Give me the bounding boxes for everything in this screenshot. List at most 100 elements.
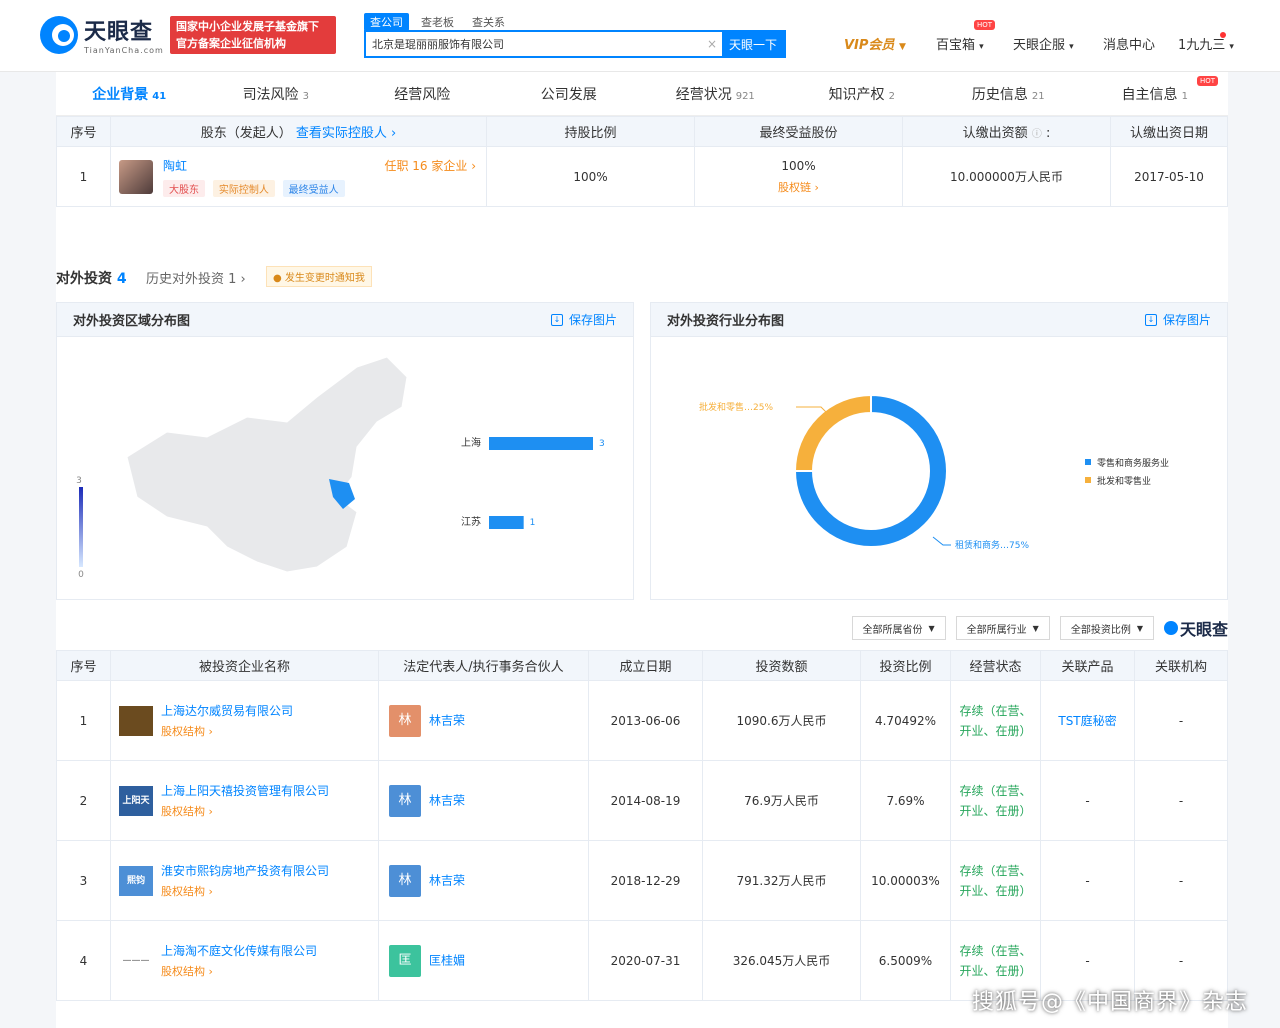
amount-cell: 1090.6万人民币 — [702, 680, 861, 761]
ratio-cell: 7.69% — [860, 760, 951, 841]
legend-item[interactable]: 批发和零售业 — [1097, 475, 1151, 487]
table-header-row: 序号 股东（发起人） 查看实际控股人 › 持股比例 最终受益股份 认缴出资额 ⓘ… — [56, 116, 1228, 147]
company-logo[interactable]: ——— — [119, 945, 153, 976]
legal-rep-link[interactable]: 林吉荣 — [429, 873, 465, 887]
tag-actual-controller: 实际控制人 — [212, 179, 275, 197]
company-name-link[interactable]: 淮安市熙钧房地产投资有限公司 — [161, 864, 329, 878]
industry-filter[interactable]: 全部所属行业 ▼ — [955, 616, 1050, 640]
history-investment-link[interactable]: 历史对外投资 1 › — [146, 268, 246, 287]
tab-business-status[interactable]: 经营状况 921 — [642, 84, 789, 104]
bar-江苏[interactable] — [489, 516, 524, 529]
actual-controller-link[interactable]: 查看实际控股人 — [296, 126, 387, 141]
chevron-down-icon: ▼ — [1032, 623, 1039, 633]
section-title: 对外投资 4 — [56, 268, 127, 288]
tab-label: 经营风险 — [394, 86, 451, 103]
enterprise-menu[interactable]: 天眼企服 ▾ — [1013, 34, 1074, 53]
company-name-link[interactable]: 上海上阳天禧投资管理有限公司 — [161, 784, 329, 798]
amount-cell: 791.32万人民币 — [702, 840, 861, 921]
col-capital-label: 认缴出资额 — [962, 126, 1028, 141]
row-index: 3 — [56, 840, 111, 921]
ratio-filter[interactable]: 全部投资比例 ▼ — [1059, 616, 1154, 640]
tab-search-boss[interactable]: 查老板 — [415, 13, 460, 31]
info-icon[interactable]: ⓘ — [1032, 129, 1042, 140]
equity-structure-link[interactable]: 股权结构 › — [161, 723, 293, 739]
leader-line — [932, 536, 951, 546]
promo-badge[interactable]: 国家中小企业发展子基金旗下 官方备案企业征信机构 — [170, 16, 336, 54]
avatar[interactable] — [119, 159, 153, 194]
tab-search-relation[interactable]: 查关系 — [466, 13, 511, 31]
company-name-link[interactable]: 上海达尔威贸易有限公司 — [161, 704, 293, 718]
china-map-shape — [126, 356, 408, 573]
org-cell: - — [1134, 760, 1228, 841]
legend-item[interactable]: 零售和商务服务业 — [1097, 457, 1169, 469]
filter-bar: 全部所属省份 ▼ 全部所属行业 ▼ 全部投资比例 ▼ 天眼查 — [851, 616, 1228, 640]
tab-company-development[interactable]: 公司发展 — [496, 84, 643, 104]
bar-category-label: 上海 — [461, 436, 481, 449]
company-logo[interactable]: 熙钧 — [119, 865, 153, 896]
positions-link[interactable]: 任职 16 家企业 › — [384, 157, 486, 174]
col-product: 关联产品 — [1040, 650, 1135, 681]
donut-slice-0[interactable] — [793, 393, 872, 472]
tab-label: 经营状况 — [675, 86, 732, 103]
province-filter[interactable]: 全部所属省份 ▼ — [851, 616, 946, 640]
product-link[interactable]: TST庭秘密 — [1058, 714, 1116, 728]
section-title-label: 对外投资 — [56, 271, 112, 287]
user-menu[interactable]: 1九九三 ▾ — [1178, 32, 1234, 53]
tab-label: 公司发展 — [540, 86, 597, 103]
clear-icon[interactable]: × — [702, 37, 722, 51]
company-name-link[interactable]: 上海淘不庭文化传媒有限公司 — [161, 944, 317, 958]
bar-value-label: 1 — [530, 518, 536, 528]
row-index: 4 — [56, 920, 111, 1001]
notify-button[interactable]: ● 发生变更时通知我 — [266, 266, 372, 287]
tab-search-company[interactable]: 查公司 — [364, 13, 409, 31]
tab-judicial-risk[interactable]: 司法风险 3 — [203, 84, 350, 104]
hot-badge: HOT — [1196, 75, 1218, 86]
save-image-button[interactable]: ↓ 保存图片 — [1144, 311, 1211, 328]
legal-rep-link[interactable]: 林吉荣 — [429, 713, 465, 727]
legend-swatch — [1085, 477, 1091, 483]
shareholder-name-link[interactable]: 陶虹 — [163, 157, 187, 174]
search-input[interactable] — [366, 37, 702, 51]
bar-上海[interactable] — [489, 437, 593, 450]
col-org: 关联机构 — [1134, 650, 1228, 681]
tab-enterprise-background[interactable]: 企业背景 41 — [56, 84, 203, 104]
tab-history[interactable]: 历史信息 21 — [935, 84, 1082, 104]
tab-count: 41 — [152, 90, 167, 102]
region-chart: 3 0 上海 3 江苏 1 — [76, 356, 605, 580]
tianyancha-logo[interactable]: 天眼查 TianYanCha.com — [40, 14, 164, 55]
company-logo[interactable] — [119, 705, 153, 736]
status-cell: 存续（在营、开业、在册） — [950, 840, 1041, 921]
benefit-value: 100% — [781, 158, 816, 173]
col-benefit: 最终受益股份 — [694, 116, 903, 147]
message-center-link[interactable]: 消息中心 — [1103, 34, 1155, 53]
equity-structure-link[interactable]: 股权结构 › — [161, 963, 317, 979]
table-row: 2 上阳天禧上海上阳天禧投资管理有限公司 股权结构 › 林林吉荣 2014-08-19 7… — [56, 760, 1228, 841]
donut-label-leasing: 租赁和商务…75% — [955, 539, 1029, 551]
save-image-button[interactable]: ↓ 保存图片 — [550, 311, 617, 328]
tab-self-info[interactable]: HOT 自主信息 1 — [1082, 75, 1229, 104]
equity-structure-link[interactable]: 股权结构 › — [161, 803, 329, 819]
card-title: 对外投资区域分布图 — [73, 314, 191, 329]
search-button[interactable]: 天眼一下 — [722, 31, 784, 57]
vip-link[interactable]: VIP会员 ▼ — [844, 34, 906, 53]
tab-intellectual-property[interactable]: 知识产权 2 — [789, 84, 936, 104]
col-amount: 投资数额 — [702, 650, 861, 681]
promo-line2: 官方备案企业征信机构 — [176, 37, 286, 50]
legal-rep-link[interactable]: 匡桂媚 — [429, 953, 465, 967]
company-logo[interactable]: 上阳天禧 — [119, 785, 153, 836]
legal-rep-cell: 匡匡桂媚 — [378, 920, 589, 1001]
tab-business-risk[interactable]: 经营风险 — [349, 84, 496, 104]
baibao-menu[interactable]: HOT 百宝箱 ▾ — [936, 20, 996, 53]
avatar[interactable]: 林 — [389, 864, 421, 897]
legal-rep-link[interactable]: 林吉荣 — [429, 793, 465, 807]
avatar[interactable]: 林 — [389, 704, 421, 737]
tab-count: 3 — [302, 90, 309, 102]
avatar[interactable]: 匡 — [389, 944, 421, 977]
equity-chain-link[interactable]: 股权链 › — [695, 179, 902, 195]
equity-structure-link[interactable]: 股权结构 › — [161, 883, 329, 899]
row-index: 2 — [56, 760, 111, 841]
legend-swatch — [1085, 459, 1091, 465]
avatar[interactable]: 林 — [389, 784, 421, 817]
investment-table: 序号 被投资企业名称 法定代表人/执行事务合伙人 成立日期 投资数额 投资比例 … — [56, 650, 1228, 1001]
col-company: 被投资企业名称 — [110, 650, 379, 681]
